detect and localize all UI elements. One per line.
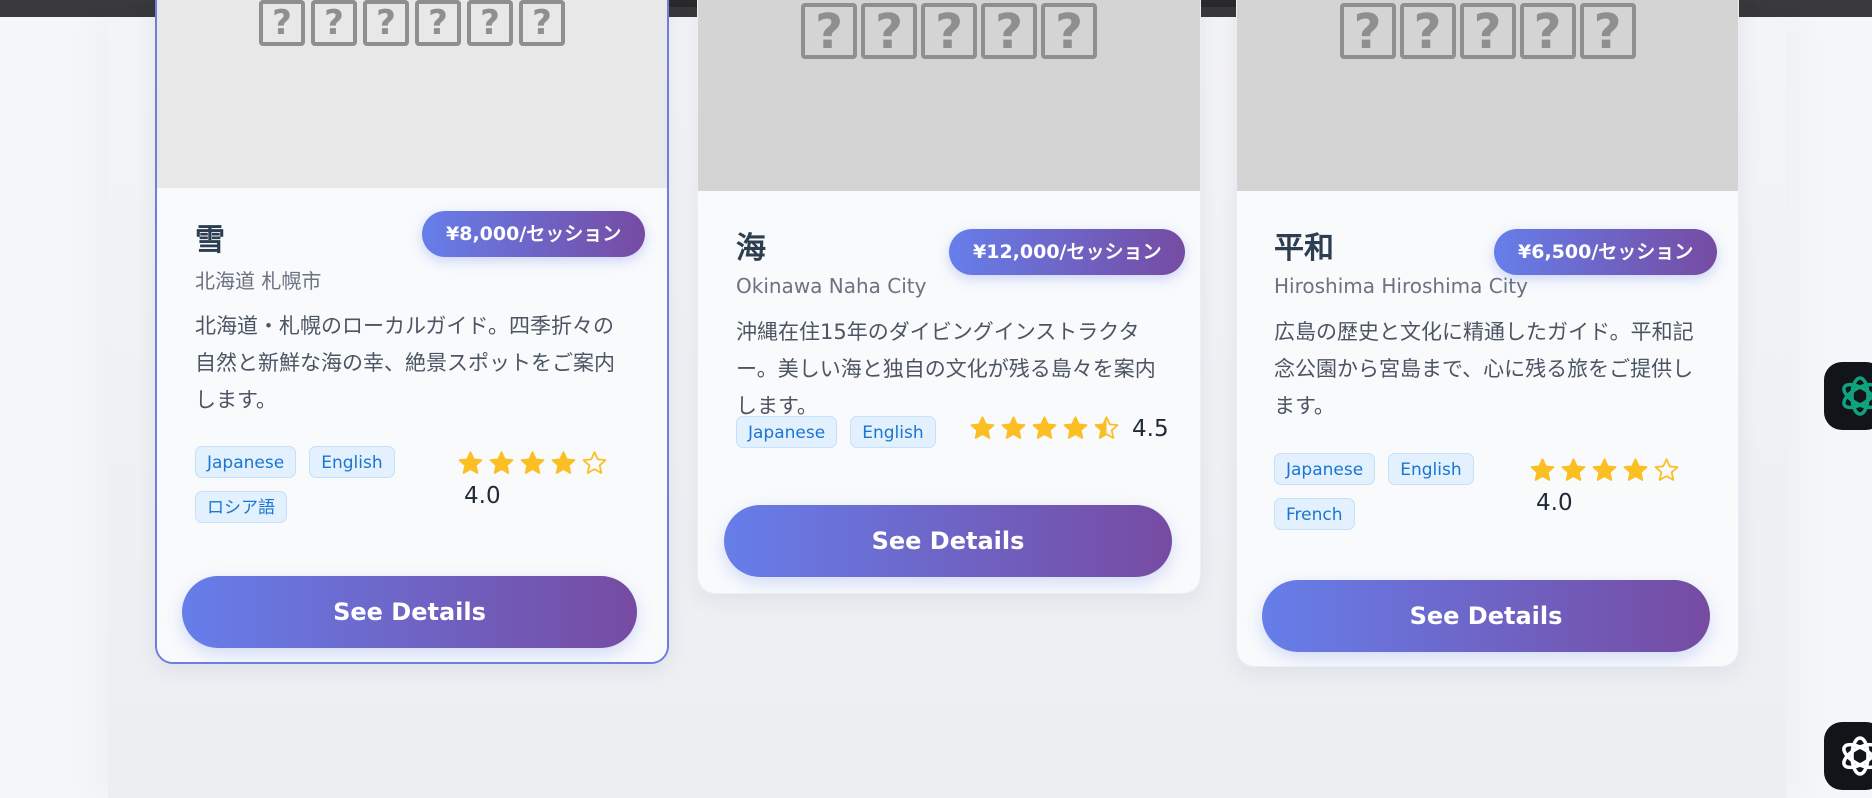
missing-glyph-box: ? <box>363 0 409 46</box>
star-full-icon <box>970 416 995 439</box>
star-half-icon <box>1094 416 1119 439</box>
chatgpt-extension-button[interactable] <box>1824 362 1872 430</box>
guide-description: 北海道・札幌のローカルガイド。四季折々の自然と新鮮な海の幸、絶景スポットをご案内… <box>195 314 615 412</box>
language-tags: Japanese English <box>736 416 956 448</box>
missing-glyph-box: ? <box>1579 3 1636 59</box>
star-full-icon <box>1561 458 1586 481</box>
see-details-button[interactable]: See Details <box>1262 580 1710 652</box>
guide-location: Hiroshima Hiroshima City <box>1274 274 1528 298</box>
star-rating <box>1529 457 1680 484</box>
rating: 4.0 <box>457 450 608 509</box>
missing-glyph-box: ? <box>1041 3 1097 59</box>
star-full-icon <box>1063 416 1088 439</box>
openai-extension-button[interactable] <box>1824 722 1872 790</box>
language-tag: French <box>1274 498 1355 530</box>
guide-location: Okinawa Naha City <box>736 274 927 298</box>
star-full-icon <box>1623 458 1648 481</box>
missing-glyph-box: ? <box>415 0 461 46</box>
star-empty-icon <box>1654 458 1679 481</box>
guide-card-heiwa[interactable]: ????? 平和 ¥6,500/セッション Hiroshima Hiroshim… <box>1236 0 1739 667</box>
missing-glyph-box: ? <box>981 3 1037 59</box>
star-full-icon <box>489 451 514 474</box>
guide-card-yuki[interactable]: ?????? 雪 ¥8,000/セッション 北海道 札幌市 北海道・札幌のローカ… <box>155 0 669 664</box>
star-full-icon <box>551 451 576 474</box>
price-badge: ¥6,500/セッション <box>1494 229 1718 275</box>
missing-glyph-box: ? <box>1339 3 1396 59</box>
star-full-icon <box>1032 416 1057 439</box>
see-details-button[interactable]: See Details <box>724 505 1172 577</box>
language-tag: Japanese <box>1274 453 1376 485</box>
missing-glyph-box: ? <box>1519 3 1576 59</box>
missing-glyph-box: ? <box>467 0 513 46</box>
missing-glyph-box: ? <box>801 3 857 59</box>
chatgpt-green-icon <box>1842 376 1872 416</box>
guide-photo-placeholder: ????? <box>698 0 1200 191</box>
missing-glyph-row: ????? <box>801 3 1097 191</box>
star-rating <box>969 415 1120 442</box>
price-badge: ¥8,000/セッション <box>422 211 646 257</box>
language-tags: Japanese English French <box>1274 453 1504 530</box>
star-empty-icon <box>582 451 607 474</box>
guide-description: 広島の歴史と文化に精通したガイド。平和記念公園から宮島まで、心に残る旅をご提供し… <box>1274 320 1694 418</box>
rating: 4.0 <box>1529 457 1680 516</box>
see-details-button[interactable]: See Details <box>182 576 637 648</box>
guide-card-umi[interactable]: ????? 海 ¥12,000/セッション Okinawa Naha City … <box>697 0 1201 594</box>
language-tag: Japanese <box>195 446 297 478</box>
rating-value: 4.0 <box>1536 490 1573 516</box>
guide-name: 雪 <box>195 223 225 258</box>
missing-glyph-box: ? <box>259 0 305 46</box>
guide-name: 平和 <box>1274 231 1334 266</box>
language-tags: Japanese English ロシア語 <box>195 446 425 523</box>
star-full-icon <box>1592 458 1617 481</box>
rating-value: 4.0 <box>464 483 501 509</box>
language-tag: ロシア語 <box>195 491 287 523</box>
card-body: 平和 ¥6,500/セッション Hiroshima Hiroshima City… <box>1237 191 1738 566</box>
guide-photo-placeholder: ?????? <box>157 0 667 188</box>
card-body: 海 ¥12,000/セッション Okinawa Naha City 沖縄在住15… <box>698 191 1200 504</box>
star-full-icon <box>1001 416 1026 439</box>
guide-description: 沖縄在住15年のダイビングインストラクター。美しい海と独自の文化が残る島々を案内… <box>736 320 1156 418</box>
missing-glyph-box: ? <box>1459 3 1516 59</box>
price-badge: ¥12,000/セッション <box>949 229 1186 275</box>
guide-name: 海 <box>736 231 766 266</box>
missing-glyph-box: ? <box>861 3 917 59</box>
language-tag: English <box>309 446 395 478</box>
rating-value: 4.5 <box>1132 415 1169 442</box>
missing-glyph-box: ? <box>921 3 977 59</box>
guide-location: 北海道 札幌市 <box>195 269 322 293</box>
star-full-icon <box>458 451 483 474</box>
star-full-icon <box>1530 458 1555 481</box>
rating: 4.5 <box>969 415 1169 442</box>
missing-glyph-row: ?????? <box>259 0 565 188</box>
language-tag: Japanese <box>736 416 838 448</box>
star-rating <box>457 450 608 477</box>
missing-glyph-box: ? <box>1399 3 1456 59</box>
missing-glyph-box: ? <box>519 0 565 46</box>
missing-glyph-row: ????? <box>1339 3 1636 191</box>
missing-glyph-box: ? <box>311 0 357 46</box>
guide-photo-placeholder: ????? <box>1237 0 1738 191</box>
language-tag: English <box>850 416 936 448</box>
language-tag: English <box>1388 453 1474 485</box>
star-full-icon <box>520 451 545 474</box>
openai-logo-icon <box>1842 736 1872 776</box>
